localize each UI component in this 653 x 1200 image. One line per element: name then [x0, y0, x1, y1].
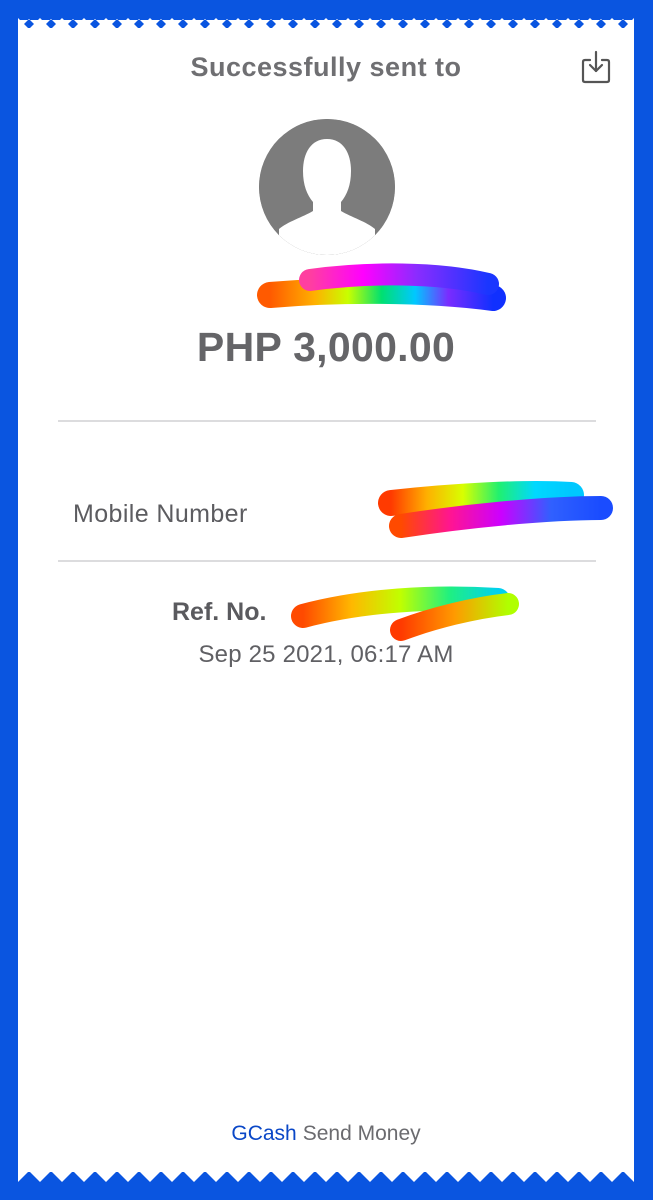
transfer-amount: PHP 3,000.00	[196, 324, 456, 370]
mobile-number-label: Mobile Number	[73, 500, 248, 528]
receipt-bottom-edge	[18, 1170, 634, 1182]
receipt-top-edge	[18, 18, 634, 30]
transaction-datetime: Sep 25 2021, 06:17 AM	[198, 641, 454, 668]
gcash-logo: GCash	[231, 1122, 297, 1145]
download-icon	[581, 50, 611, 84]
screen: Successfully sent to PHP 3,000.00 Mobile…	[0, 0, 653, 1200]
avatar-placeholder-icon	[259, 119, 395, 255]
receipt-footer: GCash Send Money	[18, 1122, 634, 1146]
receipt-card: Successfully sent to PHP 3,000.00 Mobile…	[18, 0, 634, 1200]
name-redaction-scribble	[257, 263, 506, 311]
reference-number-label: Ref. No.	[172, 598, 267, 626]
recipient-avatar	[259, 119, 395, 255]
divider	[58, 560, 596, 562]
footer-label: Send Money	[302, 1122, 421, 1145]
header-title: Successfully sent to	[190, 52, 462, 82]
mobile-number-redaction-scribble	[378, 480, 613, 538]
divider	[58, 420, 596, 422]
download-button[interactable]	[581, 50, 611, 84]
